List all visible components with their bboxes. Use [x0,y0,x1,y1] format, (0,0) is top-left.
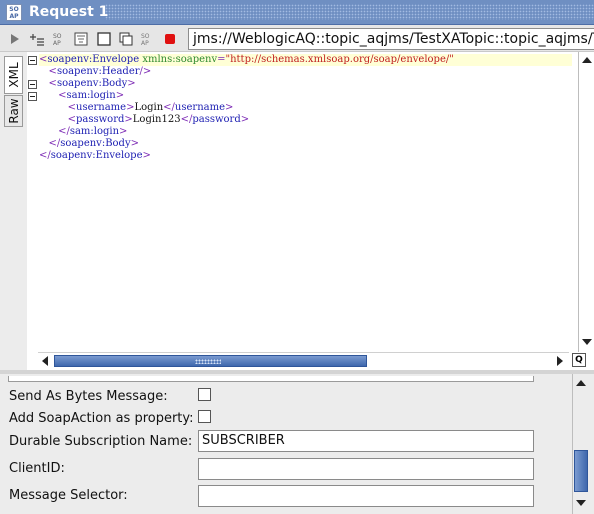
xml-line[interactable]: <soapenv:Body> [39,78,572,90]
properties-vertical-scrollbar[interactable] [572,374,588,514]
previous-field-edge [8,376,534,382]
client-id-label: ClientID: [9,461,65,476]
tab-xml-label: XML [6,62,21,88]
endpoint-dropdown[interactable]: jms://WeblogicAQ::topic_aqjms/TestXATopi… [188,28,594,50]
xml-line[interactable]: <soapenv:Envelope xmlns:soapenv="http://… [39,54,572,66]
fold-login-icon[interactable] [28,92,37,101]
split-view-icon[interactable] [96,31,112,47]
find-button[interactable]: Q [572,353,586,367]
tab-xml[interactable]: XML [4,56,23,94]
props-scroll-up-icon[interactable] [576,380,586,386]
soap-ws-a-icon[interactable]: SO AP [52,31,68,47]
submit-play-icon[interactable] [7,31,23,47]
client-id-input[interactable] [198,458,534,480]
xml-line[interactable]: </soapenv:Body> [39,138,572,150]
window-title: Request 1 [29,4,109,20]
durable-subscription-label: Durable Subscription Name: [9,434,193,449]
svg-text:AP: AP [53,40,61,47]
soap-wss-icon[interactable]: SO AP [140,31,156,47]
tab-raw[interactable]: Raw [4,95,23,127]
fold-gutter [27,52,37,352]
properties-scroll-thumb[interactable] [574,450,588,492]
request-toolbar: SO AP SO AP jms://WeblogicAQ::topic_aqjm… [0,25,594,52]
xml-line[interactable]: <password>Login123</password> [39,114,572,126]
scroll-left-icon[interactable] [42,356,48,366]
fold-body-icon[interactable] [28,80,37,89]
clone-icon[interactable] [118,31,134,47]
durable-subscription-input[interactable]: SUBSCRIBER [198,430,534,452]
add-soapaction-label: Add SoapAction as property: [9,411,194,426]
svg-text:SO: SO [141,33,150,40]
message-filter-icon[interactable] [73,31,89,47]
add-endpoint-icon[interactable] [29,31,45,47]
soap-request-icon: SO AP [6,4,22,21]
svg-text:AP: AP [141,40,149,47]
send-as-bytes-checkbox[interactable] [198,388,211,401]
editor-horizontal-scrollbar[interactable] [38,352,569,368]
fold-envelope-icon[interactable] [28,56,37,65]
xml-line[interactable]: </sam:login> [39,126,572,138]
title-bar-pattern [105,4,594,20]
xml-line[interactable]: <username>Login</username> [39,102,572,114]
svg-text:SO: SO [53,33,62,40]
scroll-up-icon[interactable] [582,57,592,63]
message-selector-label: Message Selector: [9,488,128,503]
title-bar: SO AP Request 1 [0,0,594,25]
props-scroll-down-icon[interactable] [576,500,586,506]
tab-raw-label: Raw [6,98,21,124]
send-as-bytes-label: Send As Bytes Message: [9,389,168,404]
stop-icon[interactable] [162,31,178,47]
scroll-down-icon[interactable] [582,339,592,345]
scroll-right-icon[interactable] [557,356,563,366]
xml-line[interactable]: <soapenv:Header/> [39,66,572,78]
message-selector-input[interactable] [198,485,534,507]
editor-vertical-scrollbar[interactable] [578,52,594,352]
xml-code[interactable]: <soapenv:Envelope xmlns:soapenv="http://… [39,54,572,352]
add-soapaction-checkbox[interactable] [198,410,211,423]
xml-line[interactable]: <sam:login> [39,90,572,102]
xml-line[interactable]: </soapenv:Envelope> [39,150,572,162]
jms-properties-panel: Send As Bytes Message: Add SoapAction as… [0,374,594,514]
editor-view-tabs: XML Raw [0,52,27,370]
horizontal-scroll-thumb[interactable] [54,355,367,367]
xml-editor[interactable]: <soapenv:Envelope xmlns:soapenv="http://… [27,52,594,370]
